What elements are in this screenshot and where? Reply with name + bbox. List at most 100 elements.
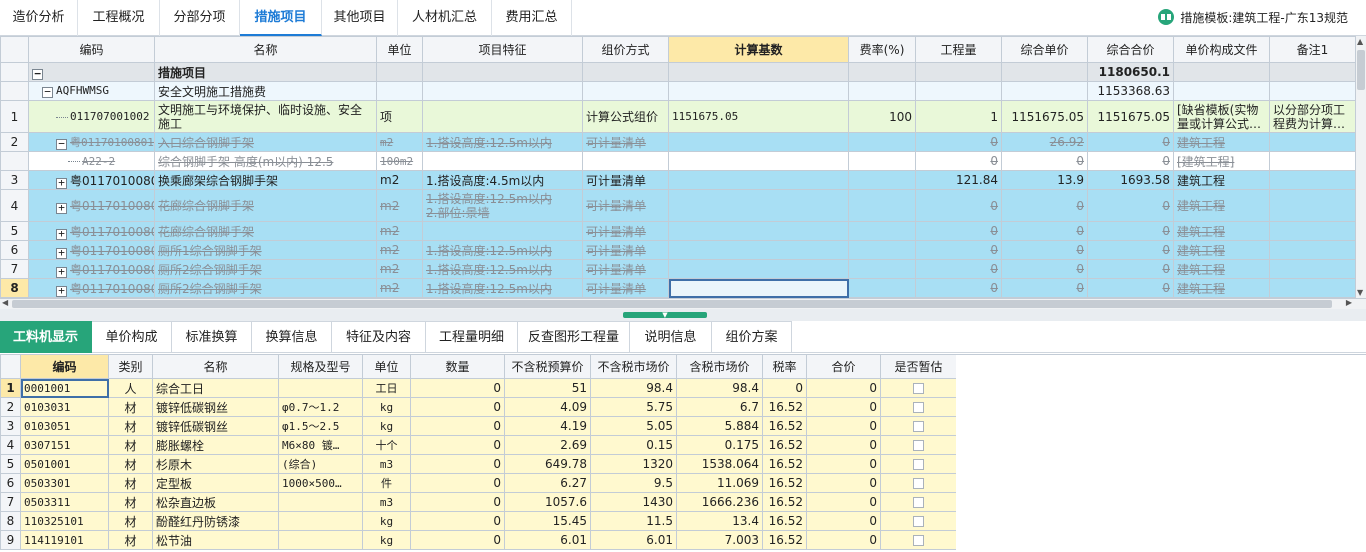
total-cell[interactable]: 0 (1087, 259, 1174, 279)
tab-sub-items[interactable]: 分部分项 (160, 0, 240, 36)
table-row[interactable]: 4 0307151 材膨胀螺栓 M6×80 镀… 十个 0 2.69 0.15 0.175 16.… (0, 435, 957, 455)
name-cell[interactable]: 厕所1综合钢脚手架 (154, 240, 377, 260)
table-row[interactable]: 5 0501001 材杉原木 (综合) m3 0 649.78 1320 1538.064 16.… (0, 454, 957, 474)
type-cell[interactable]: 材 (108, 473, 153, 493)
remark-cell[interactable] (1269, 259, 1356, 279)
provisional-checkbox[interactable] (913, 383, 924, 394)
total-cell[interactable]: 0 (806, 473, 881, 493)
provisional-cell[interactable] (880, 416, 957, 436)
tax-rate-cell[interactable]: 16.52 (762, 416, 807, 436)
scroll-thumb[interactable] (12, 300, 1332, 308)
provisional-cell[interactable] (880, 378, 957, 398)
table-row[interactable]: − AQFHWMSG 安全文明施工措施费 1153368.63 (0, 81, 1356, 101)
method-cell[interactable]: 可计量清单 (582, 278, 669, 298)
qty-cell[interactable]: 0 (410, 435, 505, 455)
remark-cell[interactable] (1269, 151, 1356, 171)
qty-cell[interactable]: 0 (915, 221, 1002, 241)
tab-graphic-quantity-lookup[interactable]: 反查图形工程量 (518, 321, 630, 353)
unit-cell[interactable]: m2 (376, 170, 423, 190)
table-row[interactable]: 8 110325101 材酚醛红丹防锈漆 kg 0 15.45 11.5 13.4 16.52 0 (0, 511, 957, 531)
name-cell[interactable]: 换乘廊架综合钢脚手架 (154, 170, 377, 190)
market-price-tax-cell[interactable]: 1538.064 (676, 454, 763, 474)
col-header-code[interactable]: 编码 (20, 354, 109, 379)
budget-price-cell[interactable]: 15.45 (504, 511, 591, 531)
base-cell[interactable] (668, 170, 849, 190)
base-cell[interactable] (668, 151, 849, 171)
file-cell[interactable]: 建筑工程 (1173, 189, 1270, 222)
col-header-total[interactable]: 合价 (806, 354, 881, 379)
spec-cell[interactable]: φ1.5～2.5 (278, 416, 363, 436)
type-cell[interactable]: 材 (108, 492, 153, 512)
total-cell[interactable]: 0 (1087, 221, 1174, 241)
spec-cell[interactable] (278, 511, 363, 531)
unit-cell[interactable]: kg (362, 397, 411, 417)
tax-rate-cell[interactable]: 16.52 (762, 397, 807, 417)
tab-pricing-plan[interactable]: 组价方案 (712, 321, 792, 353)
feature-cell[interactable]: 1.搭设高度:12.5m以内 (422, 132, 583, 152)
name-cell[interactable]: 措施项目 (154, 62, 377, 82)
market-price-cell[interactable]: 1430 (590, 492, 677, 512)
table-row[interactable]: 2 0103031 材镀锌低碳钢丝 φ0.7～1.2 kg 0 4.09 5.75 6.7 16.… (0, 397, 957, 417)
col-header-remark[interactable]: 备注1 (1269, 36, 1356, 63)
expand-icon[interactable]: + (56, 285, 67, 297)
table-row[interactable]: 3 0103051 材镀锌低碳钢丝 φ1.5～2.5 kg 0 4.19 5.05 5.884 1… (0, 416, 957, 436)
budget-price-cell[interactable]: 51 (504, 378, 591, 398)
qty-cell[interactable]: 1 (915, 100, 1002, 133)
rate-cell[interactable] (848, 170, 916, 190)
budget-price-cell[interactable]: 1057.6 (504, 492, 591, 512)
remark-cell[interactable]: 以分部分项工程费为计算… (1269, 100, 1356, 133)
tab-quantity-detail[interactable]: 工程量明细 (426, 321, 518, 353)
total-cell[interactable]: 0 (806, 511, 881, 531)
table-row[interactable]: 9 114119101 材松节油 kg 0 6.01 6.01 7.003 16.52 0 (0, 530, 957, 550)
name-cell[interactable]: 厕所2综合钢脚手架 (154, 259, 377, 279)
tab-conversion-info[interactable]: 换算信息 (252, 321, 332, 353)
feature-cell[interactable]: 1.搭设高度:12.5m以内 (422, 259, 583, 279)
tab-standard-conversion[interactable]: 标准换算 (172, 321, 252, 353)
code-cell[interactable]: − AQFHWMSG (28, 81, 155, 101)
market-price-cell[interactable]: 11.5 (590, 511, 677, 531)
col-header-name[interactable]: 名称 (152, 354, 279, 379)
col-header-code[interactable]: 编码 (28, 36, 155, 63)
provisional-checkbox[interactable] (913, 459, 924, 470)
name-cell[interactable]: 综合工日 (152, 378, 279, 398)
name-cell[interactable]: 安全文明施工措施费 (154, 81, 377, 101)
remark-cell[interactable] (1269, 240, 1356, 260)
col-header-spec[interactable]: 规格及型号 (278, 354, 363, 379)
rate-cell[interactable] (848, 132, 916, 152)
col-header-tax-rate[interactable]: 税率 (762, 354, 807, 379)
expand-icon[interactable]: + (56, 247, 67, 259)
provisional-cell[interactable] (880, 530, 957, 550)
method-cell[interactable]: 可计量清单 (582, 170, 669, 190)
feature-cell[interactable] (422, 62, 583, 82)
unit-cell[interactable]: 100m2 (376, 151, 423, 171)
tax-rate-cell[interactable]: 16.52 (762, 454, 807, 474)
scroll-up-icon[interactable]: ▲ (1357, 37, 1363, 46)
code-cell[interactable]: 0503301 (20, 473, 109, 493)
type-cell[interactable]: 材 (108, 454, 153, 474)
unit-cell[interactable]: 十个 (362, 435, 411, 455)
tab-labor-material-display[interactable]: 工料机显示 (0, 321, 92, 353)
base-cell[interactable] (668, 62, 849, 82)
name-cell[interactable]: 花廊综合钢脚手架 (154, 189, 377, 222)
code-cell[interactable]: − (28, 62, 155, 82)
provisional-cell[interactable] (880, 473, 957, 493)
code-cell[interactable]: 110325101 (20, 511, 109, 531)
unit-price-cell[interactable]: 1151675.05 (1001, 100, 1088, 133)
rate-cell[interactable] (848, 259, 916, 279)
unit-price-cell[interactable]: 13.9 (1001, 170, 1088, 190)
name-cell[interactable]: 松杂直边板 (152, 492, 279, 512)
total-cell[interactable]: 1693.58 (1087, 170, 1174, 190)
file-cell[interactable]: 建筑工程 (1173, 221, 1270, 241)
tab-labor-material-summary[interactable]: 人材机汇总 (398, 0, 492, 36)
tax-rate-cell[interactable]: 16.52 (762, 473, 807, 493)
name-cell[interactable]: 定型板 (152, 473, 279, 493)
market-price-tax-cell[interactable]: 1666.236 (676, 492, 763, 512)
name-cell[interactable]: 镀锌低碳钢丝 (152, 416, 279, 436)
remark-cell[interactable] (1269, 62, 1356, 82)
expand-icon[interactable]: + (56, 228, 67, 240)
name-cell[interactable]: 松节油 (152, 530, 279, 550)
base-cell[interactable] (668, 81, 849, 101)
code-cell[interactable]: +粤011701008019 (28, 278, 155, 298)
table-row[interactable]: 5 +粤011701008016 花廊综合钢脚手架 m2 可计量清单 0 0 0… (0, 221, 1356, 241)
col-header-type[interactable]: 类别 (108, 354, 153, 379)
